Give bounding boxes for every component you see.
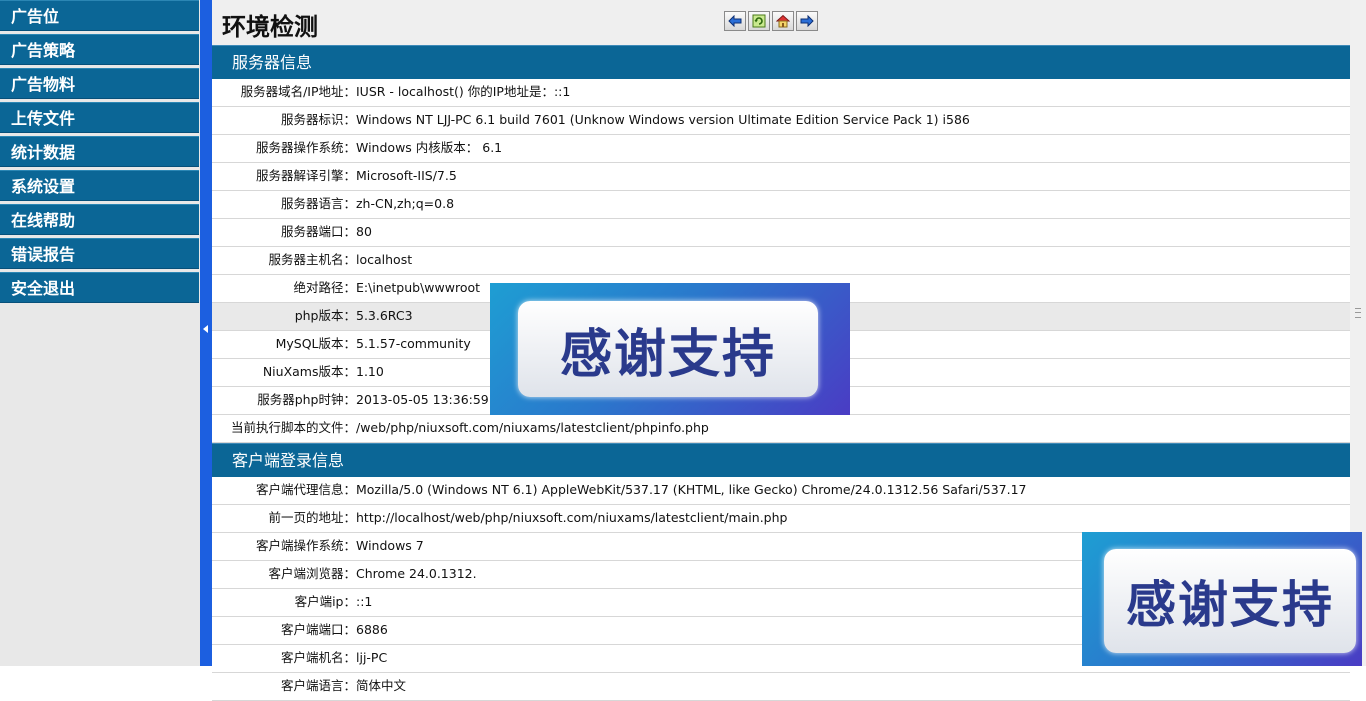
row-value: Microsoft-IIS/7.5	[356, 168, 457, 183]
row-value: 简体中文	[356, 678, 407, 693]
watermark-text: 感谢支持	[1104, 549, 1356, 653]
sidebar-item-ad-slot[interactable]: 广告位	[0, 0, 199, 31]
table-row: 当前执行脚本的文件：/web/php/niuxsoft.com/niuxams/…	[212, 415, 1350, 443]
row-value: 5.3.6RC3	[356, 308, 413, 323]
row-label: 客户端浏览器：	[268, 566, 356, 581]
table-row: 服务器操作系统： Windows 内核版本： 6.1	[212, 135, 1350, 163]
row-label: 服务器解译引擎：	[255, 168, 356, 183]
refresh-button[interactable]	[748, 11, 770, 31]
sidebar-item-system-settings[interactable]: 系统设置	[0, 170, 199, 201]
home-button[interactable]	[772, 11, 794, 31]
collapse-arrow-icon[interactable]	[203, 325, 208, 333]
back-arrow-icon	[728, 15, 742, 27]
row-label: 服务器语言：	[280, 196, 356, 211]
sidebar-item-error-report[interactable]: 错误报告	[0, 238, 199, 269]
refresh-icon	[752, 14, 766, 28]
scrollbar-grip-icon[interactable]	[1355, 308, 1361, 318]
row-value: Chrome 24.0.1312.	[356, 566, 477, 581]
row-label: 客户端ip：	[294, 594, 356, 609]
forward-arrow-icon	[800, 15, 814, 27]
table-row: 前一页的地址： http://localhost/web/php/niuxsoft…	[212, 505, 1350, 533]
back-button[interactable]	[724, 11, 746, 31]
server-info-header: 服务器信息	[212, 45, 1350, 79]
frame-splitter[interactable]	[200, 0, 212, 666]
row-value: localhost	[356, 252, 413, 267]
row-label: 绝对路径：	[293, 280, 356, 295]
watermark-text: 感谢支持	[518, 301, 818, 397]
row-label: 服务器主机名：	[268, 252, 356, 267]
row-value: ::1	[356, 594, 373, 609]
row-value: 5.1.57-community	[356, 336, 471, 351]
row-value: Windows 7	[356, 538, 424, 553]
row-value: 1.10	[356, 364, 384, 379]
row-value: zh-CN,zh;q=0.8	[356, 196, 455, 211]
row-label: NiuXams版本：	[262, 364, 356, 379]
client-info-header: 客户端登录信息	[212, 443, 1350, 477]
watermark-overlay: 感谢支持	[490, 283, 850, 415]
table-row: 服务器主机名： localhost	[212, 247, 1350, 275]
sidebar-item-online-help[interactable]: 在线帮助	[0, 204, 199, 235]
page-title: 环境检测	[222, 13, 318, 41]
table-row: 客户端语言： 简体中文	[212, 673, 1350, 701]
table-row: 服务器标识： Windows NT LJJ-PC 6.1 build 7601 (…	[212, 107, 1350, 135]
table-row: 服务器域名/IP地址： IUSR - localhost() 你的IP地址是：::…	[212, 79, 1350, 107]
row-value: 6886	[356, 622, 388, 637]
sidebar-item-ad-strategy[interactable]: 广告策略	[0, 34, 199, 65]
row-label: 服务器域名/IP地址：	[240, 84, 356, 99]
table-row: 服务器语言： zh-CN,zh;q=0.8	[212, 191, 1350, 219]
row-label: 服务器操作系统：	[255, 140, 356, 155]
table-row: 服务器解译引擎： Microsoft-IIS/7.5	[212, 163, 1350, 191]
row-label: 服务器端口：	[280, 224, 356, 239]
row-label: 当前执行脚本的文件：	[230, 420, 356, 435]
row-value: Windows NT LJJ-PC 6.1 build 7601 (Unknow…	[356, 112, 970, 127]
row-value: http://localhost/web/php/niuxsoft.com/ni…	[356, 510, 788, 525]
row-label: php版本：	[294, 308, 356, 323]
sidebar-item-statistics[interactable]: 统计数据	[0, 136, 199, 167]
row-label: 客户端端口：	[280, 622, 356, 637]
table-row: 客户端代理信息： Mozilla/5.0 (Windows NT 6.1) App…	[212, 477, 1350, 505]
row-value: ljj-PC	[356, 650, 388, 665]
nav-toolbar	[724, 11, 818, 31]
page-header: 环境检测	[212, 0, 1350, 45]
row-label: 客户端代理信息：	[255, 482, 356, 497]
sidebar-item-logout[interactable]: 安全退出	[0, 272, 199, 303]
row-label: MySQL版本：	[275, 336, 356, 351]
row-label: 服务器标识：	[280, 112, 356, 127]
row-label: 服务器php时钟：	[257, 392, 356, 407]
sidebar: 广告位 广告策略 广告物料 上传文件 统计数据 系统设置 在线帮助 错误报告 安…	[0, 0, 200, 666]
home-icon	[776, 14, 790, 28]
forward-button[interactable]	[796, 11, 818, 31]
row-value: IUSR - localhost() 你的IP地址是：::1	[356, 84, 571, 99]
row-label: 前一页的地址：	[268, 510, 356, 525]
row-value: 2013-05-05 13:36:59	[356, 392, 489, 407]
sidebar-item-upload-file[interactable]: 上传文件	[0, 102, 199, 133]
row-value: Windows 内核版本： 6.1	[356, 140, 503, 155]
row-value: /web/php/niuxsoft.com/niuxams/latestclie…	[356, 420, 709, 435]
row-label: 客户端操作系统：	[255, 538, 356, 553]
sidebar-item-ad-material[interactable]: 广告物料	[0, 68, 199, 99]
watermark-overlay: 感谢支持	[1082, 532, 1362, 666]
row-value: Mozilla/5.0 (Windows NT 6.1) AppleWebKit…	[356, 482, 1027, 497]
table-row: 服务器端口： 80	[212, 219, 1350, 247]
row-label: 客户端语言：	[280, 678, 356, 693]
row-value: 80	[356, 224, 372, 239]
row-label: 客户端机名：	[280, 650, 356, 665]
row-value: E:\inetpub\wwwroot	[356, 280, 481, 295]
